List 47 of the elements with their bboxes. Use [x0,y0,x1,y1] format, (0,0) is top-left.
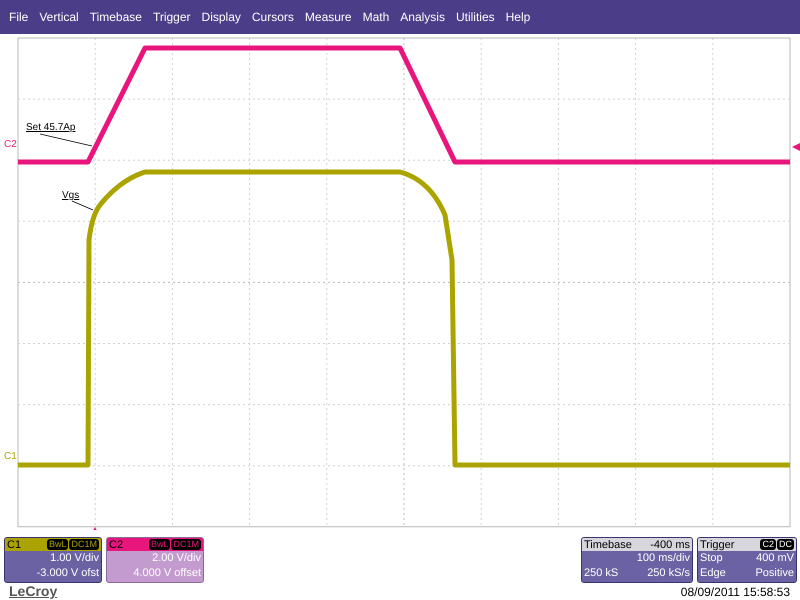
menu-item[interactable]: Analysis [395,10,451,24]
trigger-delay: -400 ms [650,538,690,550]
coupling-tag: BwL [46,539,68,550]
trigger-type: Edge [700,566,726,581]
vertical-scale: 1.00 V/div [49,551,100,566]
menu-item[interactable]: Utilities [450,10,501,24]
channel-marker: C1 [4,451,17,462]
vertical-scale: 2.00 V/div [151,551,202,566]
descriptor-title: Timebase [584,538,632,550]
timestamp: 08/09/2011 15:58:53 [680,584,790,598]
menu-item[interactable]: Measure [300,10,358,24]
vertical-offset: 4.000 V offset [132,566,202,581]
trigger-descriptor[interactable]: Trigger C2 DC Stop 400 mV Edge Positive [697,537,797,583]
channel-name: C2 [109,538,124,550]
channel-descriptor[interactable]: C1 BwL DC1M 1.00 V/div -3.000 V ofst [4,537,102,583]
time-per-division: 100 ms/div [636,551,691,566]
trigger-tag: DC [777,539,794,550]
trigger-mode: Stop [700,551,723,566]
menu-item[interactable]: Math [358,10,396,24]
trigger-level-icon [792,143,800,151]
leader-line [40,134,92,146]
brand-logo: LeCroy [9,583,58,600]
leader-line [72,200,94,210]
menu-item[interactable]: File [4,10,34,24]
sample-rate: 250 kS/s [647,566,690,581]
channel-name: C1 [7,538,22,550]
descriptor-title: Trigger [700,538,734,550]
menu-item[interactable]: Vertical [34,10,85,24]
trigger-tag: C2 [760,539,776,550]
trigger-level: 400 mV [756,551,794,566]
menu-item[interactable]: Timebase [84,10,148,24]
trigger-position-icon [91,527,99,530]
channel-marker: C2 [4,139,17,150]
timebase-descriptor[interactable]: Timebase -400 ms 100 ms/div 250 kS 250 kS/s [581,537,693,583]
trigger-slope: Positive [755,566,794,581]
menu-item[interactable]: Cursors [246,10,300,24]
menu-item[interactable]: Display [196,10,247,24]
menu-item[interactable]: Trigger [148,10,197,24]
menu-item[interactable]: Help [500,10,536,24]
annotation-label: Vgs [62,190,80,201]
coupling-tag: DC1M [69,539,99,550]
channel-descriptor[interactable]: C2 BwL DC1M 2.00 V/div 4.000 V offset [106,537,204,583]
sample-count: 250 kS [584,566,618,581]
coupling-tag: DC1M [171,539,201,550]
vertical-offset: -3.000 V ofst [36,566,100,581]
coupling-tag: BwL [148,539,170,550]
annotation-label: Set 45.7Ap [26,122,76,133]
